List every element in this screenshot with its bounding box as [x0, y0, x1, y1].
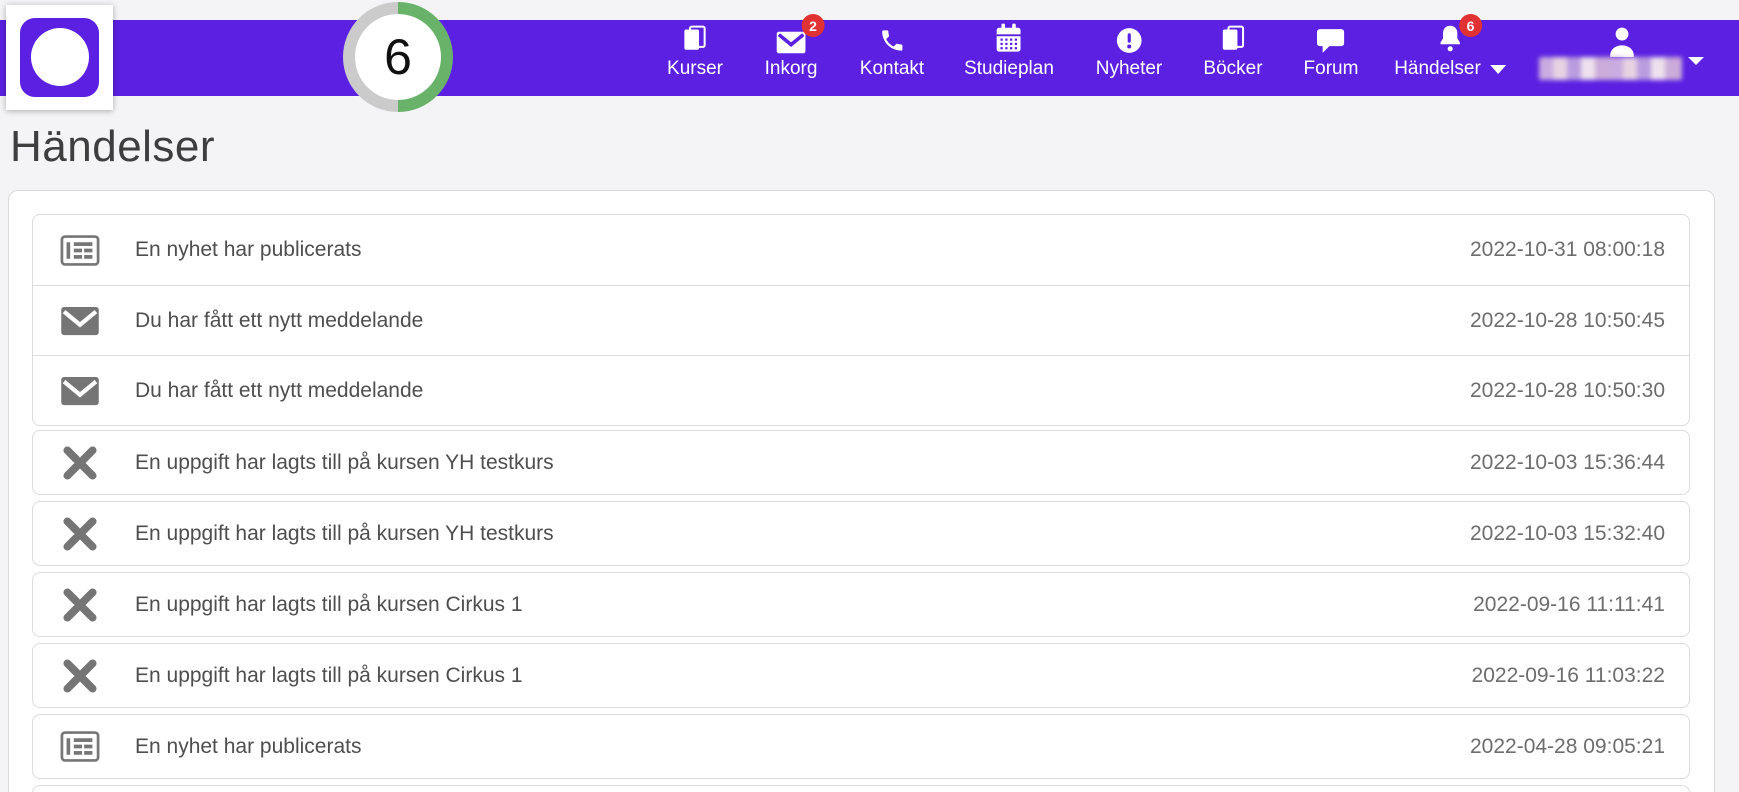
event-row[interactable]: En uppgift har lagts till på kursen YH t… [33, 431, 1689, 494]
event-card-partial[interactable] [32, 785, 1690, 792]
envelope-icon: 2 [776, 22, 807, 54]
event-row[interactable]: En nyhet har publicerats 2022-10-31 08:0… [33, 215, 1689, 285]
event-text: Du har fått ett nytt meddelande [135, 379, 1470, 403]
nav-label: Händelser [1394, 58, 1481, 80]
nav-item-studieplan[interactable]: Studieplan [964, 22, 1054, 80]
event-card: En uppgift har lagts till på kursen YH t… [32, 430, 1690, 495]
event-text: En uppgift har lagts till på kursen YH t… [135, 522, 1470, 546]
application-window: 6 Kurser 2 Inkorg Kontakt Studieplan Nyh… [0, 0, 1739, 792]
assignment-icon [58, 655, 102, 697]
page-title: Händelser [10, 122, 215, 172]
calendar-icon [994, 22, 1023, 54]
assignment-icon [58, 442, 102, 484]
nav-item-nyheter[interactable]: Nyheter [1096, 22, 1163, 80]
logo-circle-icon [31, 28, 89, 86]
nav-label: Böcker [1203, 58, 1262, 80]
event-timestamp: 2022-09-16 11:03:22 [1472, 664, 1665, 688]
progress-ring-inner: 6 [355, 14, 441, 100]
book-icon [682, 22, 709, 54]
exclamation-circle-icon [1116, 22, 1143, 54]
newspaper-icon [58, 731, 102, 762]
handelser-badge: 6 [1459, 14, 1482, 37]
app-logo[interactable] [6, 5, 113, 110]
assignment-icon [58, 584, 102, 626]
nav-item-bocker[interactable]: Böcker [1203, 22, 1262, 80]
book-icon [1219, 22, 1246, 54]
event-card: En nyhet har publicerats 2022-04-28 09:0… [32, 714, 1690, 779]
event-row[interactable]: En nyhet har publicerats 2022-04-28 09:0… [33, 715, 1689, 778]
event-text: En nyhet har publicerats [135, 735, 1470, 759]
phone-icon [879, 22, 906, 54]
nav-item-kurser[interactable]: Kurser [667, 22, 723, 80]
event-text: En uppgift har lagts till på kursen Cirk… [135, 664, 1472, 688]
event-timestamp: 2022-10-31 08:00:18 [1470, 238, 1665, 262]
event-card: En uppgift har lagts till på kursen Cirk… [32, 572, 1690, 637]
nav-item-handelser[interactable]: 6 Händelser [1394, 22, 1506, 80]
event-timestamp: 2022-10-03 15:36:44 [1470, 451, 1665, 475]
event-timestamp: 2022-04-28 09:05:21 [1470, 735, 1665, 759]
event-text: En uppgift har lagts till på kursen YH t… [135, 451, 1470, 475]
nav-label: Nyheter [1096, 58, 1163, 80]
user-menu-chevron-down-icon[interactable] [1688, 65, 1704, 83]
user-name-redacted[interactable] [1539, 57, 1682, 80]
event-timestamp: 2022-10-28 10:50:45 [1470, 309, 1665, 333]
nav-label: Kurser [667, 58, 723, 80]
envelope-icon [58, 306, 102, 336]
progress-value: 6 [384, 28, 412, 86]
event-row[interactable]: En uppgift har lagts till på kursen Cirk… [33, 573, 1689, 636]
event-text: En nyhet har publicerats [135, 238, 1470, 262]
event-row[interactable]: Du har fått ett nytt meddelande 2022-10-… [33, 355, 1689, 425]
assignment-icon [58, 513, 102, 555]
chat-bubble-icon [1316, 22, 1346, 54]
nav-label: Forum [1304, 58, 1359, 80]
event-card: En uppgift har lagts till på kursen YH t… [32, 501, 1690, 566]
nav-label: Kontakt [860, 58, 924, 80]
nav-item-forum[interactable]: Forum [1304, 22, 1359, 80]
logo-square-icon [20, 18, 99, 97]
event-list-group: En nyhet har publicerats 2022-10-31 08:0… [32, 214, 1690, 426]
chevron-down-icon [1490, 65, 1506, 74]
event-row[interactable]: En uppgift har lagts till på kursen Cirk… [33, 644, 1689, 707]
event-row[interactable]: Du har fått ett nytt meddelande 2022-10-… [33, 285, 1689, 355]
event-card: En uppgift har lagts till på kursen Cirk… [32, 643, 1690, 708]
progress-ring[interactable]: 6 [343, 2, 453, 112]
nav-label: Studieplan [964, 58, 1054, 80]
bell-icon: 6 [1436, 22, 1464, 54]
newspaper-icon [58, 235, 102, 266]
inkorg-badge: 2 [802, 14, 825, 37]
nav-item-kontakt[interactable]: Kontakt [860, 22, 924, 80]
nav-label: Inkorg [765, 58, 818, 80]
nav-item-inkorg[interactable]: 2 Inkorg [765, 22, 818, 80]
event-text: En uppgift har lagts till på kursen Cirk… [135, 593, 1473, 617]
event-row[interactable]: En uppgift har lagts till på kursen YH t… [33, 502, 1689, 565]
event-timestamp: 2022-10-03 15:32:40 [1470, 522, 1665, 546]
event-text: Du har fått ett nytt meddelande [135, 309, 1470, 333]
event-timestamp: 2022-10-28 10:50:30 [1470, 379, 1665, 403]
envelope-icon [58, 376, 102, 406]
event-timestamp: 2022-09-16 11:11:41 [1473, 593, 1665, 617]
